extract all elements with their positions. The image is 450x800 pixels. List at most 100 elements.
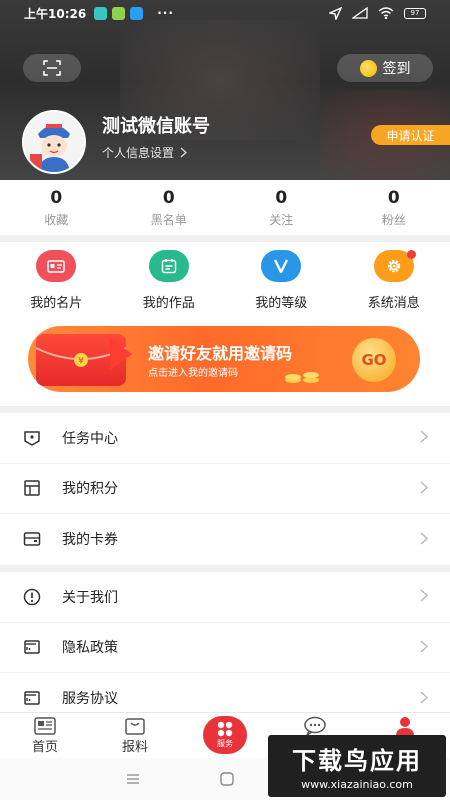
username: 测试微信账号 — [102, 116, 210, 137]
more-notifications-icon: ··· — [157, 6, 174, 20]
unread-badge — [406, 250, 416, 259]
works-icon — [148, 250, 189, 282]
checkin-label: 签到 — [382, 61, 411, 77]
agreement-icon — [22, 688, 42, 708]
stat-label: 收藏 — [44, 212, 69, 227]
banner-subtitle: 点击进入我的邀请码 — [148, 368, 238, 379]
menu-item-label: 隐私政策 — [62, 640, 118, 657]
menu-group-1: 任务中心 我的积分 我的卡券 — [0, 413, 450, 565]
menu-item-label: 服务协议 — [62, 691, 118, 708]
nav-service[interactable]: 服务 — [180, 713, 270, 758]
stat-label: 关注 — [269, 212, 294, 227]
stat-label: 黑名单 — [150, 212, 187, 227]
nav-home-label: 首页 — [31, 739, 58, 755]
profile-header: 上午10:26 ··· 97 签到 测试微信账号 个人信息设置 申请认证 — [0, 0, 450, 180]
menu-item-label: 任务中心 — [62, 430, 118, 447]
stat-value: 0 — [387, 187, 400, 208]
bag-icon — [125, 717, 145, 735]
svg-text:¥: ¥ — [78, 357, 84, 367]
status-app-icons — [94, 6, 144, 20]
invite-banner[interactable]: ¥ 邀请好友就用邀请码 点击进入我的邀请码 GO — [28, 326, 420, 392]
card-icon — [36, 250, 77, 282]
grid-icon — [217, 721, 233, 737]
menu-item-label: 关于我们 — [62, 589, 118, 606]
points-icon — [22, 478, 42, 498]
status-bar: 上午10:26 ··· 97 — [0, 0, 450, 26]
nav-news-label: 报料 — [121, 739, 148, 755]
chat-icon — [304, 716, 326, 736]
app-notification-icon — [112, 6, 126, 20]
function-grid: 我的名片 我的作品 我的等级 系统消息 — [0, 244, 450, 314]
menu-item-label: 我的卡券 — [62, 532, 118, 549]
privacy-icon — [22, 637, 42, 657]
info-icon — [22, 587, 42, 607]
avatar[interactable] — [22, 110, 86, 174]
stat-value: 0 — [50, 187, 63, 208]
nav-home[interactable]: 首页 — [0, 713, 90, 758]
home-icon[interactable] — [220, 772, 234, 786]
menu-item-my-coupons[interactable]: 我的卡券 — [0, 514, 450, 565]
status-time: 上午10:26 — [24, 6, 87, 21]
my-works-label: 我的作品 — [142, 296, 195, 311]
battery-icon: 97 — [404, 7, 426, 19]
signal-icon — [352, 7, 368, 19]
level-icon — [261, 250, 302, 282]
nav-news[interactable]: 报料 — [90, 713, 180, 758]
wifi-icon — [378, 7, 394, 19]
section-divider — [0, 406, 450, 413]
chevron-right-icon — [420, 428, 429, 447]
apply-certification-button[interactable]: 申请认证 — [371, 125, 450, 145]
stat-value: 0 — [275, 187, 288, 208]
chevron-right-icon — [180, 147, 187, 158]
news-icon — [34, 716, 56, 735]
checkin-button[interactable]: 签到 — [337, 54, 433, 82]
stat-2[interactable]: 0 关注 — [225, 180, 338, 235]
chevron-right-icon — [420, 638, 429, 657]
menu-icon[interactable] — [126, 774, 140, 784]
watermark-title: 下载鸟应用 — [292, 747, 422, 775]
watermark-url: www.xiazainiao.com — [301, 778, 413, 791]
menu-group-2: 关于我们 隐私政策 服务协议 — [0, 572, 450, 724]
task-icon — [22, 428, 42, 448]
coins-decoration-icon — [283, 366, 323, 384]
my-card-label: 我的名片 — [30, 296, 83, 311]
stat-0[interactable]: 0 收藏 — [0, 180, 113, 235]
chevron-right-icon — [420, 479, 429, 498]
menu-item-about-us[interactable]: 关于我们 — [0, 572, 450, 623]
system-messages-label: 系统消息 — [367, 296, 420, 311]
menu-item-privacy-policy[interactable]: 隐私政策 — [0, 623, 450, 673]
menu-item-task-center[interactable]: 任务中心 — [0, 413, 450, 464]
profile-settings-link[interactable]: 个人信息设置 — [102, 144, 187, 161]
location-icon — [329, 6, 342, 20]
section-divider — [0, 235, 450, 242]
my-works-button[interactable]: 我的作品 — [113, 244, 226, 314]
chevron-right-icon — [420, 587, 429, 606]
system-messages-button[interactable]: 系统消息 — [338, 244, 450, 314]
menu-item-my-points[interactable]: 我的积分 — [0, 464, 450, 514]
chevron-right-icon — [420, 689, 429, 708]
menu-item-label: 我的积分 — [62, 481, 118, 498]
watermark-logo: 下载鸟应用 www.xiazainiao.com — [268, 735, 446, 797]
app-notification-icon — [130, 6, 144, 20]
nav-service-label: 服务 — [217, 739, 233, 748]
scan-button[interactable] — [23, 54, 81, 82]
my-level-label: 我的等级 — [255, 296, 308, 311]
banner-title: 邀请好友就用邀请码 — [148, 344, 293, 363]
coupon-icon — [22, 529, 42, 549]
arrow-shape — [110, 338, 132, 370]
chevron-right-icon — [420, 530, 429, 549]
service-center-button: 服务 — [203, 715, 247, 754]
stat-value: 0 — [162, 187, 175, 208]
coin-icon — [359, 59, 377, 77]
go-button[interactable]: GO — [352, 338, 396, 382]
profile-settings-label: 个人信息设置 — [102, 146, 175, 160]
user-icon — [396, 716, 414, 736]
my-level-button[interactable]: 我的等级 — [225, 244, 338, 314]
avatar-image — [24, 112, 84, 172]
my-card-button[interactable]: 我的名片 — [0, 244, 113, 314]
stat-label: 粉丝 — [381, 212, 406, 227]
stat-1[interactable]: 0 黑名单 — [113, 180, 226, 235]
stat-3[interactable]: 0 粉丝 — [338, 180, 450, 235]
stats-bar: 0 收藏 0 黑名单 0 关注 0 粉丝 — [0, 180, 450, 235]
scan-icon — [43, 60, 61, 76]
